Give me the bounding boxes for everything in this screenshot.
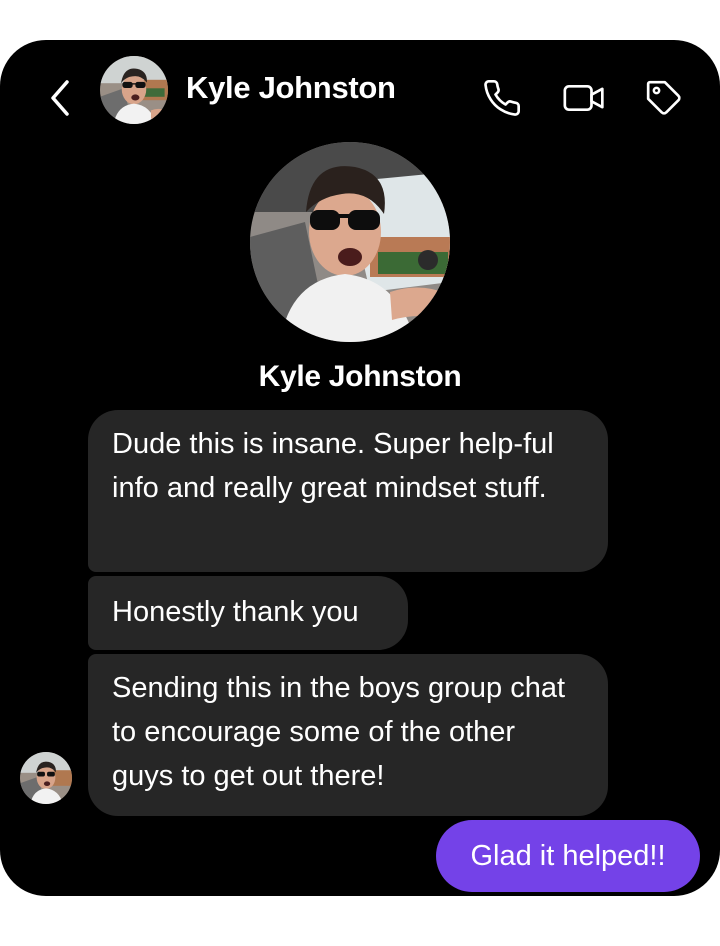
contact-name[interactable]: Kyle Johnston: [186, 70, 396, 106]
sent-message-bubble[interactable]: Glad it helped!!: [436, 820, 700, 892]
video-call-button[interactable]: [562, 76, 606, 120]
message-bubble[interactable]: Honestly thank you: [88, 576, 408, 650]
phone-icon: [484, 80, 521, 116]
message-bubble[interactable]: Dude this is insane. Super help-ful info…: [88, 410, 608, 572]
tag-button[interactable]: [642, 76, 686, 120]
call-button[interactable]: [480, 76, 524, 120]
avatar-photo: [100, 56, 168, 124]
profile-photo: [250, 142, 450, 342]
chat-header: Kyle Johnston: [0, 40, 720, 150]
message-bubble[interactable]: Sending this in the boys group chat to e…: [88, 654, 608, 816]
sender-avatar[interactable]: [20, 752, 72, 804]
back-button[interactable]: [44, 78, 76, 118]
sender-avatar-photo: [20, 752, 72, 804]
chevron-left-icon: [51, 80, 69, 116]
profile-avatar[interactable]: [250, 142, 450, 342]
profile-name: Kyle Johnston: [258, 360, 462, 393]
chat-screen: Kyle Johnston Kyle Johnston Dude this is…: [0, 40, 720, 896]
video-camera-icon: [563, 85, 604, 111]
avatar[interactable]: [100, 56, 168, 124]
tag-icon: [646, 80, 681, 115]
